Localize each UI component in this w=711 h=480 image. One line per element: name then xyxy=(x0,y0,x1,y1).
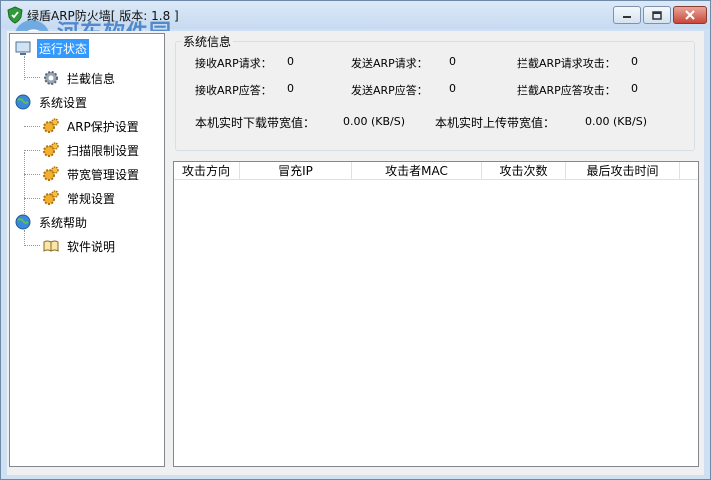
attack-list[interactable]: 攻击方向 冒充IP 攻击者MAC 攻击次数 最后攻击时间 xyxy=(173,161,699,467)
sidebar-item-bandwidth[interactable]: 带宽管理设置 xyxy=(42,164,141,184)
globe-icon xyxy=(15,94,31,110)
upload-bandwidth-value: 0.00 (KB/S) xyxy=(585,115,648,128)
title-bar[interactable]: 绿盾ARP防火墙[ 版本: 1.8 ] 河东软件园 www.pc0359.cn xyxy=(1,1,710,61)
column-header-attacker-mac[interactable]: 攻击者MAC xyxy=(352,162,482,180)
block-arp-request-label: 拦截ARP请求攻击： xyxy=(517,57,616,70)
system-info-title: 系统信息 xyxy=(181,33,234,50)
tree-connector xyxy=(24,77,40,78)
sidebar-item-arp-protection[interactable]: ARP保护设置 xyxy=(42,116,141,136)
block-arp-request-value: 0 xyxy=(631,55,638,68)
sidebar-item-intercept-info[interactable]: 拦截信息 xyxy=(42,68,117,88)
block-arp-reply-label: 拦截ARP应答攻击： xyxy=(517,84,616,97)
close-button[interactable] xyxy=(673,6,707,24)
sidebar-item-general[interactable]: 常规设置 xyxy=(42,188,117,208)
recv-arp-request-value: 0 xyxy=(287,55,294,68)
monitor-icon xyxy=(15,41,31,55)
tree-connector xyxy=(24,174,40,175)
send-arp-request-label: 发送ARP请求： xyxy=(351,57,428,70)
sidebar-item-run-status[interactable]: 运行状态 xyxy=(14,38,90,58)
tree-connector xyxy=(24,150,40,151)
minimize-button[interactable] xyxy=(613,6,641,24)
nav-tree[interactable]: 运行状态 拦截信息 系统设置 ARP保护设置 扫描限制设置 带宽管理设置 常规设… xyxy=(9,33,165,467)
download-bandwidth-value: 0.00 (KB/S) xyxy=(343,115,406,128)
block-arp-reply-value: 0 xyxy=(631,82,638,95)
recv-arp-reply-label: 接收ARP应答： xyxy=(195,84,272,97)
recv-arp-request-label: 接收ARP请求： xyxy=(195,57,272,70)
cogs-icon xyxy=(43,142,59,157)
recv-arp-reply-value: 0 xyxy=(287,82,294,95)
shield-icon xyxy=(7,6,23,24)
book-icon xyxy=(43,240,59,252)
maximize-icon xyxy=(652,10,662,20)
gear-icon xyxy=(44,71,58,85)
tree-connector xyxy=(24,245,40,246)
sidebar-item-software-info[interactable]: 软件说明 xyxy=(42,236,117,256)
cogs-icon xyxy=(43,118,59,133)
column-header-attack-count[interactable]: 攻击次数 xyxy=(482,162,566,180)
sidebar-item-system-settings[interactable]: 系统设置 xyxy=(14,92,89,112)
send-arp-reply-label: 发送ARP应答： xyxy=(351,84,428,97)
tree-connector xyxy=(24,126,40,127)
send-arp-reply-value: 0 xyxy=(449,82,456,95)
cogs-icon xyxy=(43,166,59,181)
maximize-button[interactable] xyxy=(643,6,671,24)
download-bandwidth-label: 本机实时下载带宽值： xyxy=(195,116,316,130)
minimize-icon xyxy=(623,16,631,18)
sidebar-item-system-help[interactable]: 系统帮助 xyxy=(14,212,89,232)
content-area: 运行状态 拦截信息 系统设置 ARP保护设置 扫描限制设置 带宽管理设置 常规设… xyxy=(7,31,704,475)
close-icon xyxy=(685,10,695,20)
column-header-spoofed-ip[interactable]: 冒充IP xyxy=(240,162,352,180)
cogs-icon xyxy=(43,190,59,205)
send-arp-request-value: 0 xyxy=(449,55,456,68)
tree-connector xyxy=(24,230,25,244)
column-header-direction[interactable]: 攻击方向 xyxy=(174,162,240,180)
tree-connector xyxy=(24,198,40,199)
main-window: 绿盾ARP防火墙[ 版本: 1.8 ] 河东软件园 www.pc0359.cn xyxy=(0,0,711,480)
upload-bandwidth-label: 本机实时上传带宽值： xyxy=(435,116,556,130)
column-header-last-attack-time[interactable]: 最后攻击时间 xyxy=(566,162,680,180)
column-header-filler xyxy=(680,162,698,180)
globe-icon xyxy=(15,214,31,230)
window-title: 绿盾ARP防火墙[ 版本: 1.8 ] xyxy=(27,9,179,23)
sidebar-item-scan-limit[interactable]: 扫描限制设置 xyxy=(42,140,141,160)
